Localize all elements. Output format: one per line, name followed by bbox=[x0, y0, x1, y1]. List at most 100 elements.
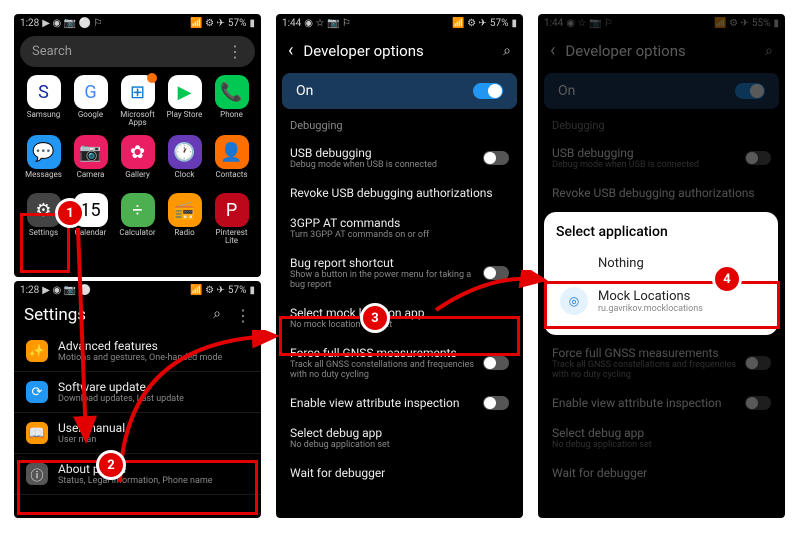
settings-item-software-update[interactable]: ⟳Software updateDownload updates, Last u… bbox=[14, 372, 261, 413]
app-icon: P bbox=[215, 193, 249, 227]
on-label: On bbox=[558, 83, 575, 99]
dev-item-select-debug-app[interactable]: Select debug appNo debug application set bbox=[276, 418, 523, 458]
dev-item-revoke-usb-debugging-authorizations[interactable]: Revoke USB debugging authorizations bbox=[276, 178, 523, 208]
status-time: 1:44 bbox=[282, 18, 301, 29]
toggle-on[interactable] bbox=[473, 83, 503, 99]
app-icon: ✿ bbox=[121, 135, 155, 169]
app-radio[interactable]: 📻Radio bbox=[163, 193, 206, 245]
dev-item-revoke-usb-debugging-authorizations[interactable]: Revoke USB debugging authorizations bbox=[538, 178, 785, 208]
app-google[interactable]: GGoogle bbox=[69, 75, 112, 127]
dev-item-title: Enable view attribute inspection bbox=[290, 396, 483, 410]
apps-row-2: 💬Messages📷Camera✿Gallery🕐Clock👤Contacts bbox=[14, 131, 261, 183]
app-pinterest-lite[interactable]: PPinterest Lite bbox=[210, 193, 253, 245]
app-clock[interactable]: 🕐Clock bbox=[163, 135, 206, 179]
status-icons-left: ◉ ☆ 📷 ⚐ bbox=[566, 18, 613, 29]
debugging-section-label: Debugging bbox=[276, 113, 523, 138]
app-icon: 💬 bbox=[27, 135, 61, 169]
search-icon[interactable]: ⌕ bbox=[765, 43, 773, 59]
dev-item-title: Select debug app bbox=[552, 426, 771, 440]
battery-icon: ▮ bbox=[511, 18, 517, 29]
toggle[interactable] bbox=[483, 266, 509, 280]
dev-item-enable-view-attribute-inspection[interactable]: Enable view attribute inspection bbox=[538, 388, 785, 418]
dev-item-bug-report-shortcut[interactable]: Bug report shortcutShow a button in the … bbox=[276, 248, 523, 298]
app-contacts[interactable]: 👤Contacts bbox=[210, 135, 253, 179]
status-bar: 1:28▶ ◉ 📷 ⚪ 📶 ⚙ ✈ 57%▮ bbox=[14, 281, 261, 299]
status-bar: 1:44◉ ☆ 📷 ⚐ 📶 ⚙ ✈ 55%▮ bbox=[538, 14, 785, 32]
dev-item-title: Wait for debugger bbox=[290, 466, 509, 480]
dev-item-wait-for-debugger[interactable]: Wait for debugger bbox=[538, 458, 785, 488]
dev-item-sub: Debug mode when USB is connected bbox=[290, 160, 483, 170]
search-icon[interactable]: ⌕ bbox=[503, 43, 511, 59]
settings-icon: 📖 bbox=[26, 422, 48, 444]
dev-item-title: USB debugging bbox=[290, 146, 483, 160]
app-phone[interactable]: 📞Phone bbox=[210, 75, 253, 127]
status-battery: 57% bbox=[228, 18, 247, 29]
app-icon: G bbox=[74, 75, 108, 109]
back-icon[interactable]: ‹ bbox=[550, 40, 555, 61]
toggle[interactable] bbox=[745, 396, 771, 410]
dev-item-force-full-gnss-measurements[interactable]: Force full GNSS measurementsTrack all GN… bbox=[538, 338, 785, 388]
app-calculator[interactable]: ÷Calculator bbox=[116, 193, 159, 245]
modal-option-label: Mock Locations bbox=[598, 289, 703, 304]
dev-item-sub: No debug application set bbox=[552, 440, 771, 450]
modal-title: Select application bbox=[556, 224, 766, 240]
dev-item-select-mock-location-app[interactable]: Select mock location appNo mock location… bbox=[276, 298, 523, 338]
app-play-store[interactable]: ▶Play Store bbox=[163, 75, 206, 127]
toggle-on[interactable] bbox=[735, 83, 765, 99]
status-battery: 55% bbox=[752, 18, 771, 29]
developer-title: Developer options bbox=[565, 42, 755, 60]
app-label: Camera bbox=[77, 171, 105, 179]
dev-item-wait-for-debugger[interactable]: Wait for debugger bbox=[276, 458, 523, 488]
settings-item-sub: Motions and gestures, One-handed mode bbox=[58, 353, 222, 363]
app-microsoft-apps[interactable]: ⊞Microsoft Apps bbox=[116, 75, 159, 127]
dev-item-3gpp-at-commands[interactable]: 3GPP AT commandsTurn 3GPP AT commands on… bbox=[276, 208, 523, 248]
app-gallery[interactable]: ✿Gallery bbox=[116, 135, 159, 179]
battery-icon: ▮ bbox=[249, 285, 255, 296]
annotation-badge-3: 3 bbox=[360, 303, 390, 333]
select-application-modal: Select application Nothing ◎ Mock Locati… bbox=[544, 212, 778, 335]
dev-item-usb-debugging[interactable]: USB debuggingDebug mode when USB is conn… bbox=[276, 138, 523, 178]
settings-item-user-manual[interactable]: 📖User manualUser man bbox=[14, 413, 261, 454]
app-label: Contacts bbox=[215, 171, 247, 179]
dev-item-usb-debugging[interactable]: USB debuggingDebug mode when USB is conn… bbox=[538, 138, 785, 178]
dev-item-select-debug-app[interactable]: Select debug appNo debug application set bbox=[538, 418, 785, 458]
app-messages[interactable]: 💬Messages bbox=[22, 135, 65, 179]
debugging-section-label: Debugging bbox=[538, 113, 785, 138]
app-camera[interactable]: 📷Camera bbox=[69, 135, 112, 179]
toggle[interactable] bbox=[483, 396, 509, 410]
settings-icon: ⓘ bbox=[26, 463, 48, 485]
modal-option-sublabel: ru.gavrikov.mocklocations bbox=[598, 304, 703, 314]
dev-item-force-full-gnss-measurements[interactable]: Force full GNSS measurementsTrack all GN… bbox=[276, 338, 523, 388]
settings-item-about-phone[interactable]: ⓘAbout phoneStatus, Legal information, P… bbox=[14, 454, 261, 495]
developer-on-toggle-row[interactable]: On bbox=[282, 73, 517, 109]
dev-item-sub: Show a button in the power menu for taki… bbox=[290, 270, 483, 290]
toggle[interactable] bbox=[745, 356, 771, 370]
status-bar: 1:44◉ ☆ 📷 ⚐ 📶 ⚙ ✈ 57%▮ bbox=[276, 14, 523, 32]
dev-item-sub: Track all GNSS constellations and freque… bbox=[290, 360, 483, 380]
settings-item-advanced-features[interactable]: ✨Advanced featuresMotions and gestures, … bbox=[14, 331, 261, 372]
screen-settings: 1:28▶ ◉ 📷 ⚪ 📶 ⚙ ✈ 57%▮ Settings ⌕⋮ ✨Adva… bbox=[14, 281, 261, 518]
app-icon: 📞 bbox=[215, 75, 249, 109]
screen-select-application: 1:44◉ ☆ 📷 ⚐ 📶 ⚙ ✈ 55%▮ ‹ Developer optio… bbox=[538, 14, 785, 518]
search-icon[interactable]: ⌕ bbox=[213, 306, 221, 325]
developer-on-toggle-row[interactable]: On bbox=[544, 73, 779, 109]
dev-item-enable-view-attribute-inspection[interactable]: Enable view attribute inspection bbox=[276, 388, 523, 418]
back-icon[interactable]: ‹ bbox=[288, 40, 293, 61]
app-samsung[interactable]: SSamsung bbox=[22, 75, 65, 127]
search-bar[interactable]: Search ⋮ bbox=[20, 36, 255, 67]
toggle[interactable] bbox=[745, 151, 771, 165]
apps-row-3: ⚙Settings15Calendar÷Calculator📻RadioPPin… bbox=[14, 189, 261, 249]
more-icon[interactable]: ⋮ bbox=[227, 42, 243, 61]
app-icon: 📻 bbox=[168, 193, 202, 227]
dev-item-title: Select debug app bbox=[290, 426, 509, 440]
app-icon: S bbox=[27, 75, 61, 109]
settings-item-title: Advanced features bbox=[58, 339, 222, 353]
toggle[interactable] bbox=[483, 356, 509, 370]
dev-item-title: Bug report shortcut bbox=[290, 256, 483, 270]
dev-item-title: 3GPP AT commands bbox=[290, 216, 509, 230]
more-icon[interactable]: ⋮ bbox=[235, 306, 251, 325]
app-label: Microsoft Apps bbox=[116, 111, 159, 127]
toggle[interactable] bbox=[483, 151, 509, 165]
status-icons-left: ▶ ◉ 📷 ⚪ ⚐ bbox=[42, 18, 102, 29]
developer-title: Developer options bbox=[303, 42, 493, 60]
